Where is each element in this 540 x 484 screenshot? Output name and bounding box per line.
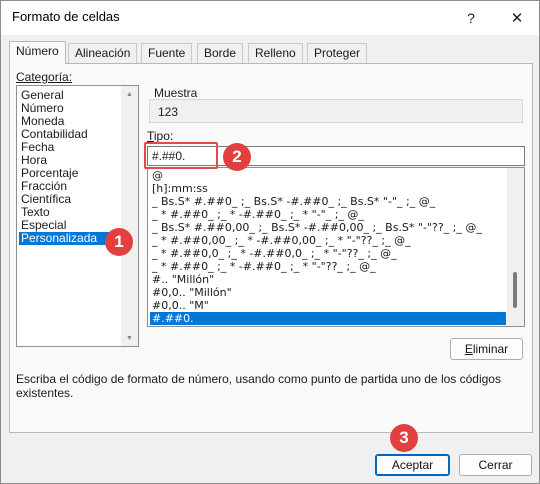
categoria-label: Categoría: xyxy=(16,70,73,84)
tab-relleno[interactable]: Relleno xyxy=(248,43,303,63)
format-list-scrollbar[interactable] xyxy=(507,168,524,326)
format-item[interactable]: @ xyxy=(150,169,506,182)
callout-badge-1: 1 xyxy=(105,228,133,256)
tab-fuente[interactable]: Fuente xyxy=(141,43,193,63)
format-item[interactable]: #0,0.. "M" xyxy=(150,299,506,312)
categoria-scrollbar[interactable]: ▲ ▼ xyxy=(121,86,138,346)
format-item[interactable]: _ Bs.S* #.##0,00_ ;_ Bs.S* -#.##0,00_ ;_… xyxy=(150,221,506,234)
tab-alineacion[interactable]: Alineación xyxy=(68,43,138,63)
tab-numero[interactable]: Número xyxy=(9,41,66,64)
format-item[interactable]: _ Bs.S* #.##0_ ;_ Bs.S* -#.##0_ ;_ Bs.S*… xyxy=(150,195,506,208)
eliminar-button[interactable]: Eliminar xyxy=(450,338,523,360)
format-item[interactable]: _ * #.##0_ ;_ * -#.##0_ ;_ * "-"_ ;_ @_ xyxy=(150,208,506,221)
muestra-value: 123 xyxy=(158,105,179,119)
format-item[interactable]: _ * #.##0_ ;_ * -#.##0_ ;_ * "-"??_ ;_ @… xyxy=(150,260,506,273)
format-cells-dialog: Formato de celdas ? ✕ Número Alineación … xyxy=(0,0,540,484)
format-item[interactable]: [h]:mm:ss xyxy=(150,182,506,195)
dialog-title: Formato de celdas xyxy=(12,9,120,24)
format-item[interactable]: #0,0.. "Millón" xyxy=(150,286,506,299)
categoria-list[interactable]: General Número Moneda Contabilidad Fecha… xyxy=(16,85,139,347)
title-bar: Formato de celdas ? ✕ xyxy=(1,1,539,35)
format-item[interactable]: _ * #.##0,0_ ;_ * -#.##0,0_ ;_ * "-"??_ … xyxy=(150,247,506,260)
aceptar-button[interactable]: Aceptar xyxy=(375,454,450,476)
cerrar-button[interactable]: Cerrar xyxy=(459,454,532,476)
description-text: Escriba el código de formato de número, … xyxy=(16,372,501,400)
scroll-down-icon[interactable]: ▼ xyxy=(121,330,138,346)
format-item-selected[interactable]: #.##0. xyxy=(150,312,506,325)
category-item-personalizada[interactable]: Personalizada xyxy=(19,232,119,245)
format-code-list[interactable]: @ [h]:mm:ss _ Bs.S* #.##0_ ;_ Bs.S* -#.#… xyxy=(147,167,525,327)
callout-badge-2: 2 xyxy=(223,143,251,171)
tipo-label: Tipo: xyxy=(147,129,174,143)
format-item[interactable]: _ * #.##0,00_ ;_ * -#.##0,00_ ;_ * "-"??… xyxy=(150,234,506,247)
scroll-up-icon[interactable]: ▲ xyxy=(121,86,138,102)
tipo-highlight-box xyxy=(144,142,218,169)
muestra-label: Muestra xyxy=(154,86,198,100)
close-icon[interactable]: ✕ xyxy=(495,1,539,35)
help-button[interactable]: ? xyxy=(449,1,493,35)
scrollbar-thumb[interactable] xyxy=(513,272,517,308)
tab-borde[interactable]: Borde xyxy=(197,43,244,63)
tab-proteger[interactable]: Proteger xyxy=(307,43,368,63)
format-item[interactable]: #.. "Millón" xyxy=(150,273,506,286)
callout-badge-3: 3 xyxy=(390,424,418,452)
muestra-preview: 123 xyxy=(149,99,523,123)
